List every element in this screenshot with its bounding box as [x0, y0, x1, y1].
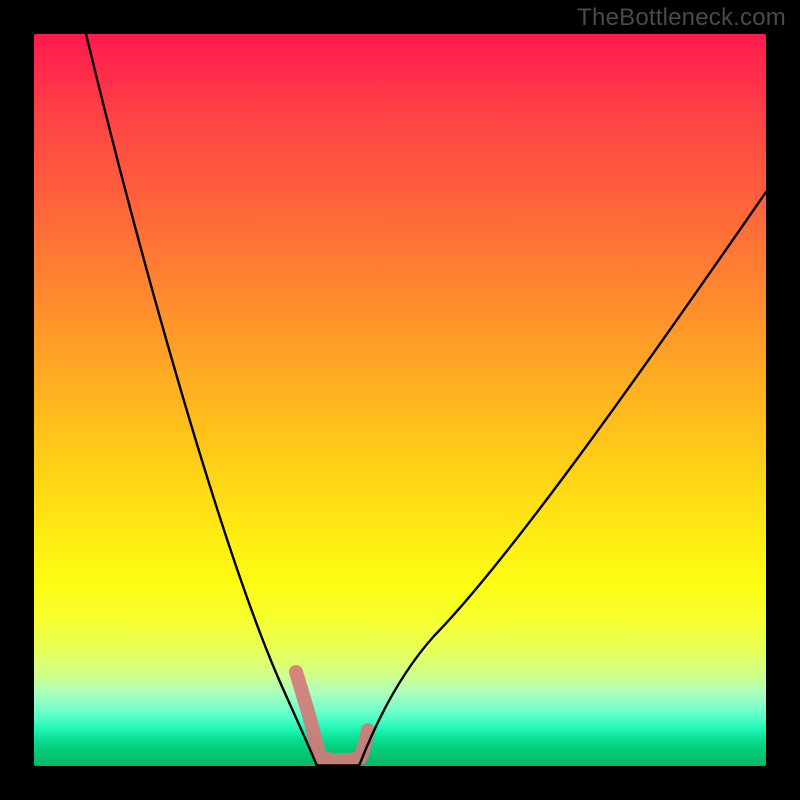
curve-layer [34, 34, 766, 766]
highlight-stroke [296, 672, 368, 760]
chart-frame: TheBottleneck.com [0, 0, 800, 800]
curve-right-branch [359, 192, 766, 766]
watermark-text: TheBottleneck.com [577, 4, 786, 32]
curve-left-branch [86, 34, 317, 766]
plot-area [34, 34, 766, 766]
